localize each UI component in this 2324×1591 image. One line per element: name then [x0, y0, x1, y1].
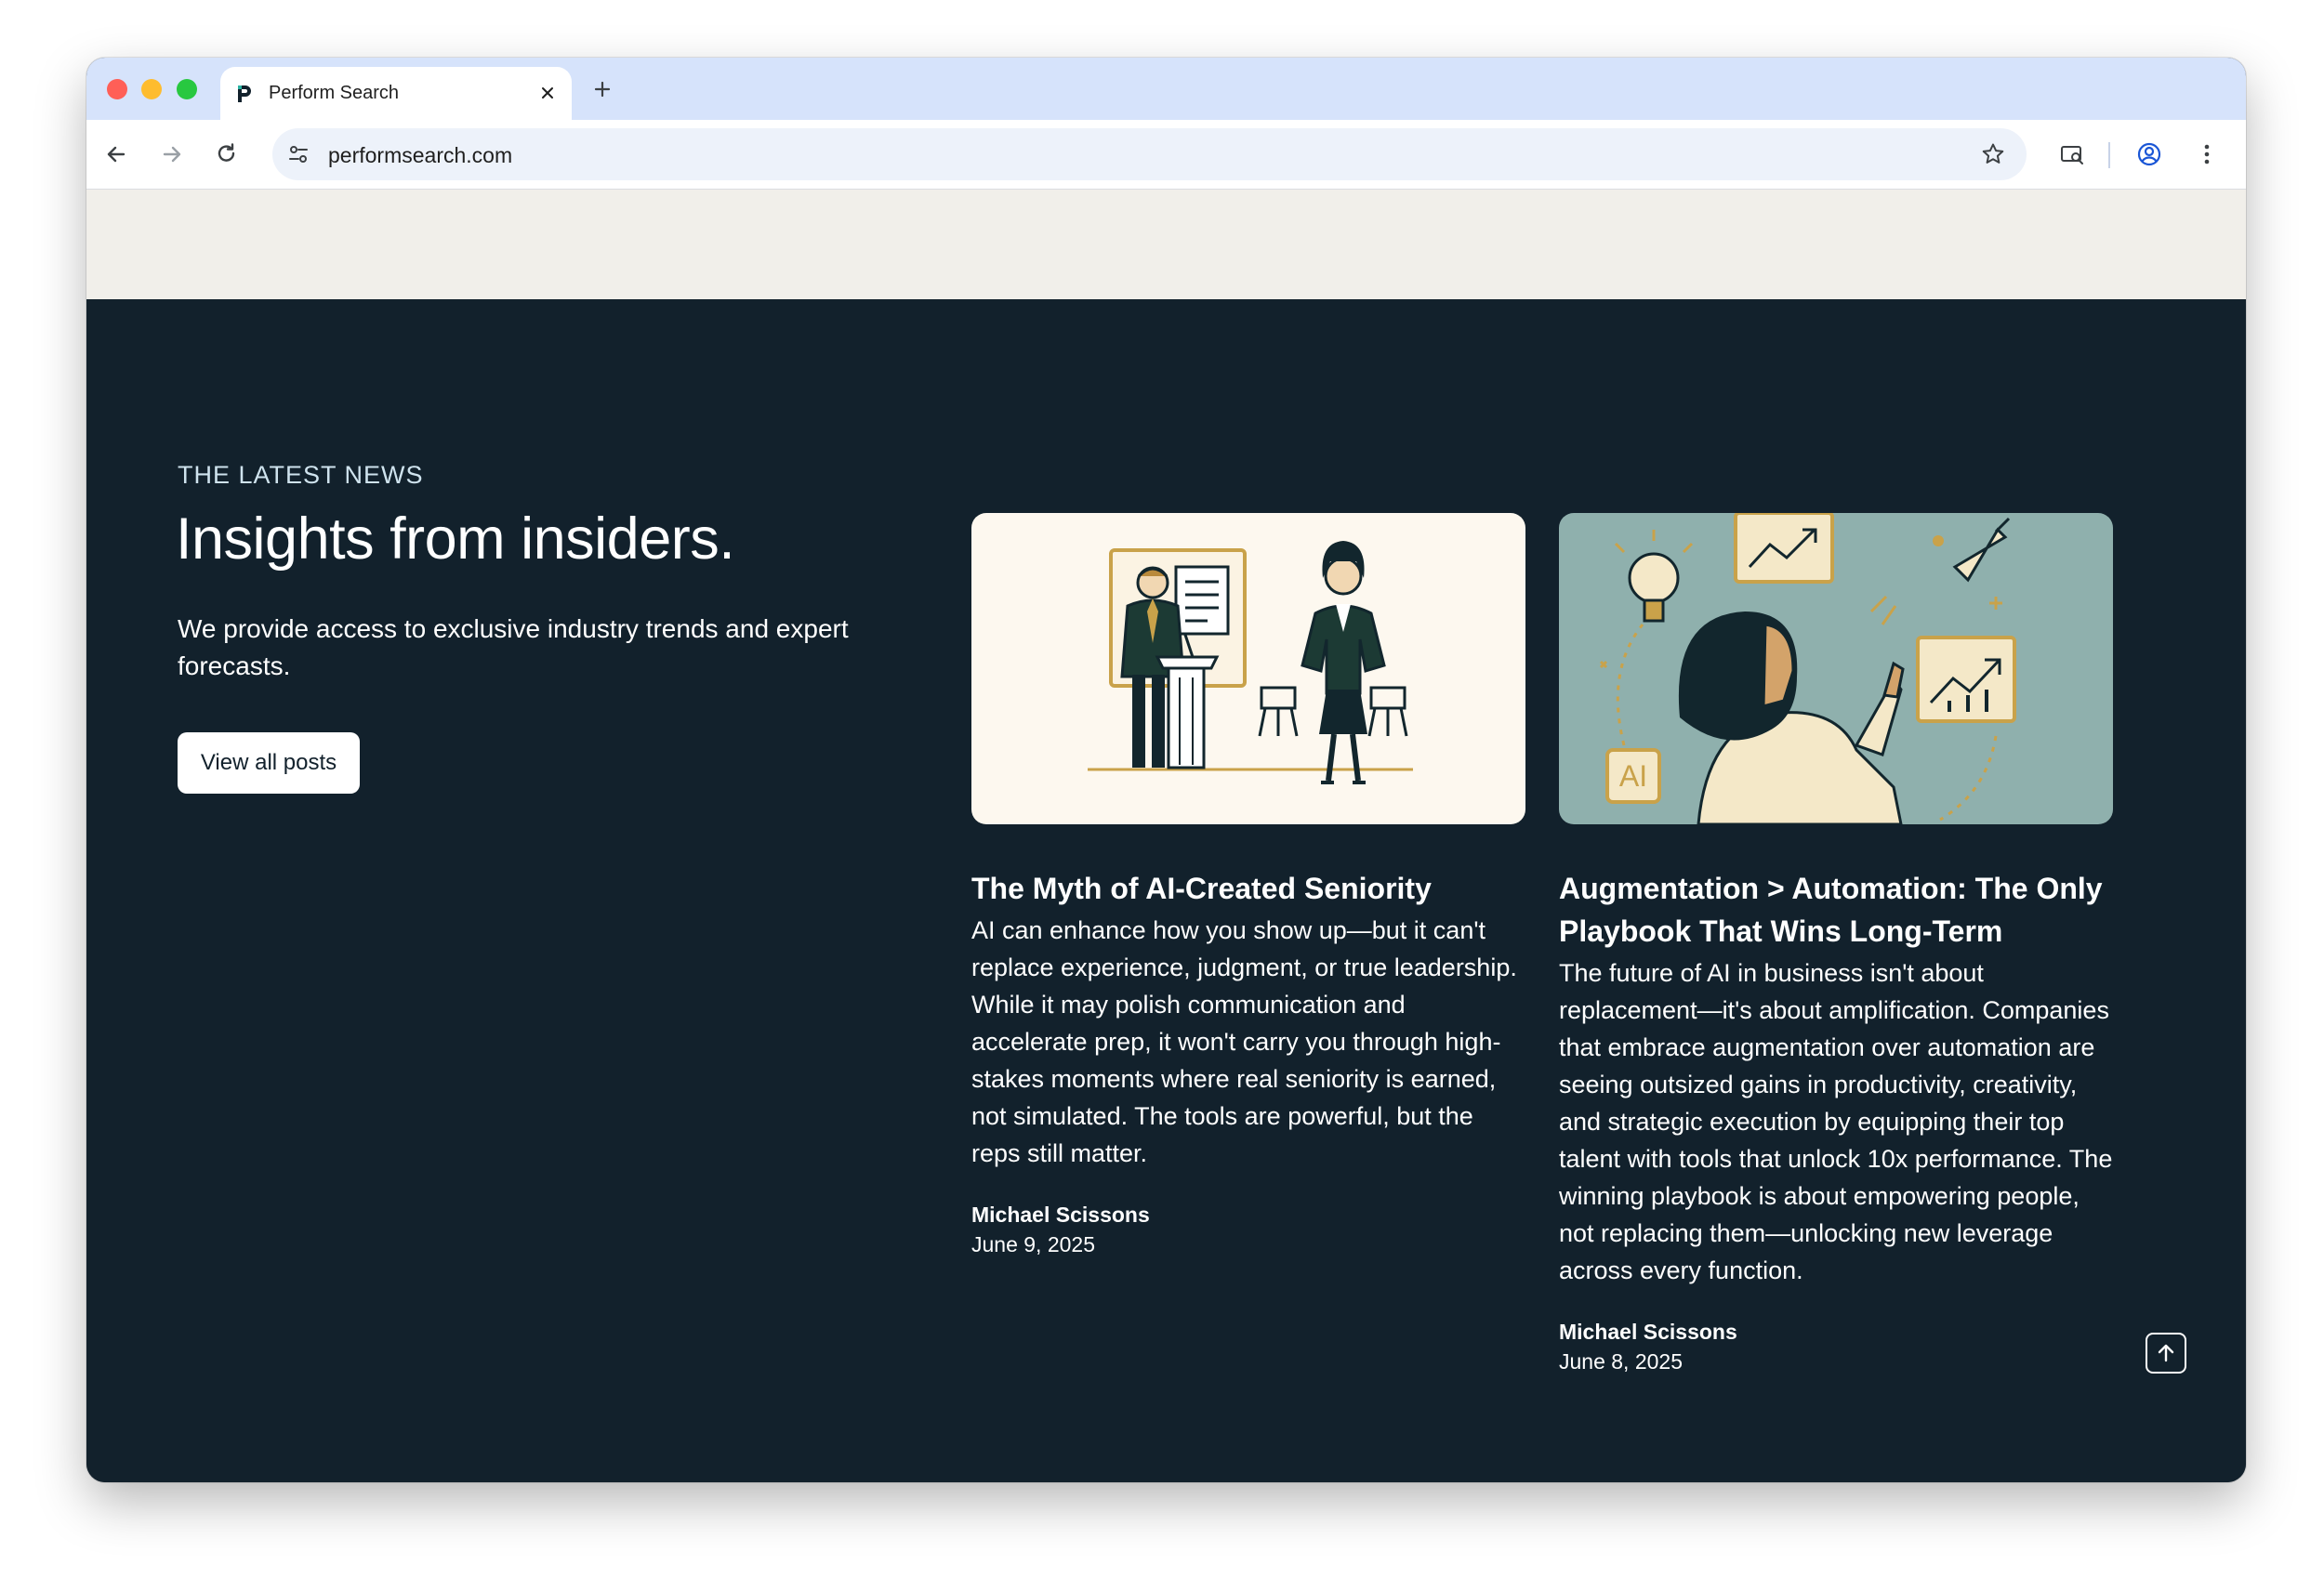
toolbar-divider	[2108, 142, 2110, 168]
url-text[interactable]: performsearch.com	[328, 143, 512, 168]
view-all-posts-button[interactable]: View all posts	[178, 732, 360, 794]
reload-icon[interactable]	[214, 141, 240, 167]
post-date: June 9, 2025	[971, 1232, 1096, 1256]
post-image-presentation[interactable]	[971, 513, 1525, 824]
post-author: Michael Scissons	[1559, 1320, 1737, 1344]
browser-window: Perform Search performsearch.com THE LAT…	[86, 58, 2246, 1482]
tab-strip: Perform Search	[86, 58, 2246, 120]
browser-tab[interactable]: Perform Search	[220, 67, 572, 120]
post-title[interactable]: The Myth of AI-Created Seniority	[971, 867, 1525, 910]
post-title[interactable]: Augmentation > Automation: The Only Play…	[1559, 867, 2113, 953]
address-bar[interactable]: performsearch.com	[272, 128, 2027, 180]
more-options-icon[interactable]	[2194, 141, 2220, 167]
section-eyebrow: THE LATEST NEWS	[178, 461, 424, 489]
section-headline: Insights from insiders.	[176, 506, 735, 572]
post-image-ai-growth[interactable]: AI	[1559, 513, 2113, 824]
page-content: THE LATEST NEWS Insights from insiders. …	[86, 190, 2246, 1482]
section-lead: We provide access to exclusive industry …	[178, 614, 849, 680]
back-icon[interactable]	[103, 141, 129, 167]
post-excerpt: AI can enhance how you show up—but it ca…	[971, 916, 1517, 1167]
post-author: Michael Scissons	[971, 1203, 1150, 1227]
forward-icon[interactable]	[159, 141, 185, 167]
site-settings-icon[interactable]	[285, 141, 311, 167]
minimize-window-button[interactable]	[141, 79, 162, 99]
close-window-button[interactable]	[107, 79, 127, 99]
maximize-window-button[interactable]	[177, 79, 197, 99]
header-band	[86, 190, 2246, 299]
close-tab-icon[interactable]	[538, 84, 557, 102]
tab-title: Perform Search	[269, 83, 400, 103]
ai-badge-text: AI	[1619, 759, 1647, 793]
post-date: June 8, 2025	[1559, 1349, 1684, 1374]
bookmark-star-icon[interactable]	[1980, 141, 2006, 167]
site-favicon-icon	[238, 85, 251, 102]
browser-toolbar: performsearch.com	[86, 120, 2246, 190]
arrow-up-icon	[2158, 1344, 2174, 1362]
cast-search-icon[interactable]	[2059, 141, 2085, 167]
profile-icon[interactable]	[2136, 141, 2162, 167]
post-card[interactable]: The Myth of AI-Created Seniority AI can …	[971, 513, 1525, 1259]
new-tab-icon[interactable]	[591, 78, 614, 100]
scroll-to-top-button[interactable]	[2146, 1333, 2186, 1374]
post-card[interactable]: AI Augmentation > Automation: The Only P…	[1559, 513, 2113, 1376]
post-excerpt: The future of AI in business isn't about…	[1559, 959, 2113, 1284]
